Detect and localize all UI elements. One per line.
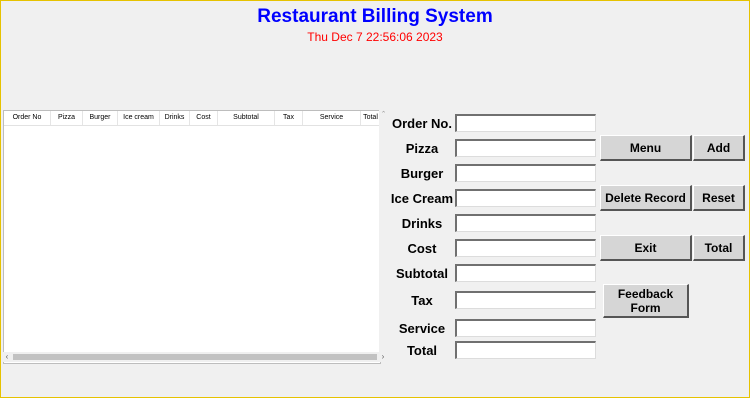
menu-button[interactable]: Menu — [600, 135, 692, 161]
ice-cream-input[interactable] — [455, 189, 596, 207]
column-header-pizza[interactable]: Pizza — [51, 111, 83, 125]
service-input[interactable] — [455, 319, 596, 337]
tax-label: Tax — [411, 293, 433, 308]
pizza-label: Pizza — [405, 141, 439, 156]
table-vertical-scrollbar[interactable]: ⌃ ⌄ — [379, 110, 388, 362]
scroll-up-icon[interactable]: ⌃ — [379, 110, 388, 119]
column-header-order-no[interactable]: Order No — [4, 111, 51, 125]
column-header-burger[interactable]: Burger — [83, 111, 118, 125]
exit-button[interactable]: Exit — [600, 235, 692, 261]
scroll-right-icon[interactable]: › — [379, 352, 387, 362]
total-label: Total — [406, 343, 438, 358]
horizontal-scroll-thumb[interactable] — [13, 354, 377, 360]
drinks-input[interactable] — [455, 214, 596, 232]
total-button[interactable]: Total — [693, 235, 745, 261]
column-header-total[interactable]: Total — [361, 111, 380, 125]
column-header-service[interactable]: Service — [303, 111, 361, 125]
subtotal-input[interactable] — [455, 264, 596, 282]
service-label: Service — [398, 321, 446, 336]
ice-cream-label: Ice Cream — [390, 191, 454, 206]
orders-table[interactable]: Order No Pizza Burger Ice cream Drinks C… — [3, 110, 381, 364]
app-title: Restaurant Billing System — [257, 6, 493, 27]
add-button[interactable]: Add — [693, 135, 745, 161]
burger-input[interactable] — [455, 164, 596, 182]
column-header-ice-cream[interactable]: Ice cream — [118, 111, 160, 125]
column-header-subtotal[interactable]: Subtotal — [218, 111, 275, 125]
subtotal-label: Subtotal — [396, 266, 448, 281]
pizza-input[interactable] — [455, 139, 596, 157]
table-horizontal-scrollbar[interactable]: ‹ › — [3, 352, 388, 362]
order-no-input[interactable] — [455, 114, 596, 132]
tax-input[interactable] — [455, 291, 596, 309]
datetime-label: Thu Dec 7 22:56:06 2023 — [307, 30, 443, 44]
cost-label: Cost — [407, 241, 437, 256]
column-header-drinks[interactable]: Drinks — [160, 111, 190, 125]
table-header: Order No Pizza Burger Ice cream Drinks C… — [4, 111, 380, 126]
feedback-form-button[interactable]: Feedback Form — [603, 284, 689, 318]
order-no-label: Order No. — [392, 116, 452, 131]
column-header-cost[interactable]: Cost — [190, 111, 218, 125]
cost-input[interactable] — [455, 239, 596, 257]
scroll-left-icon[interactable]: ‹ — [3, 352, 11, 362]
burger-label: Burger — [400, 166, 444, 181]
reset-button[interactable]: Reset — [693, 185, 745, 211]
total-input[interactable] — [455, 341, 596, 359]
delete-record-button[interactable]: Delete Record — [600, 185, 692, 211]
column-header-tax[interactable]: Tax — [275, 111, 303, 125]
drinks-label: Drinks — [401, 216, 443, 231]
